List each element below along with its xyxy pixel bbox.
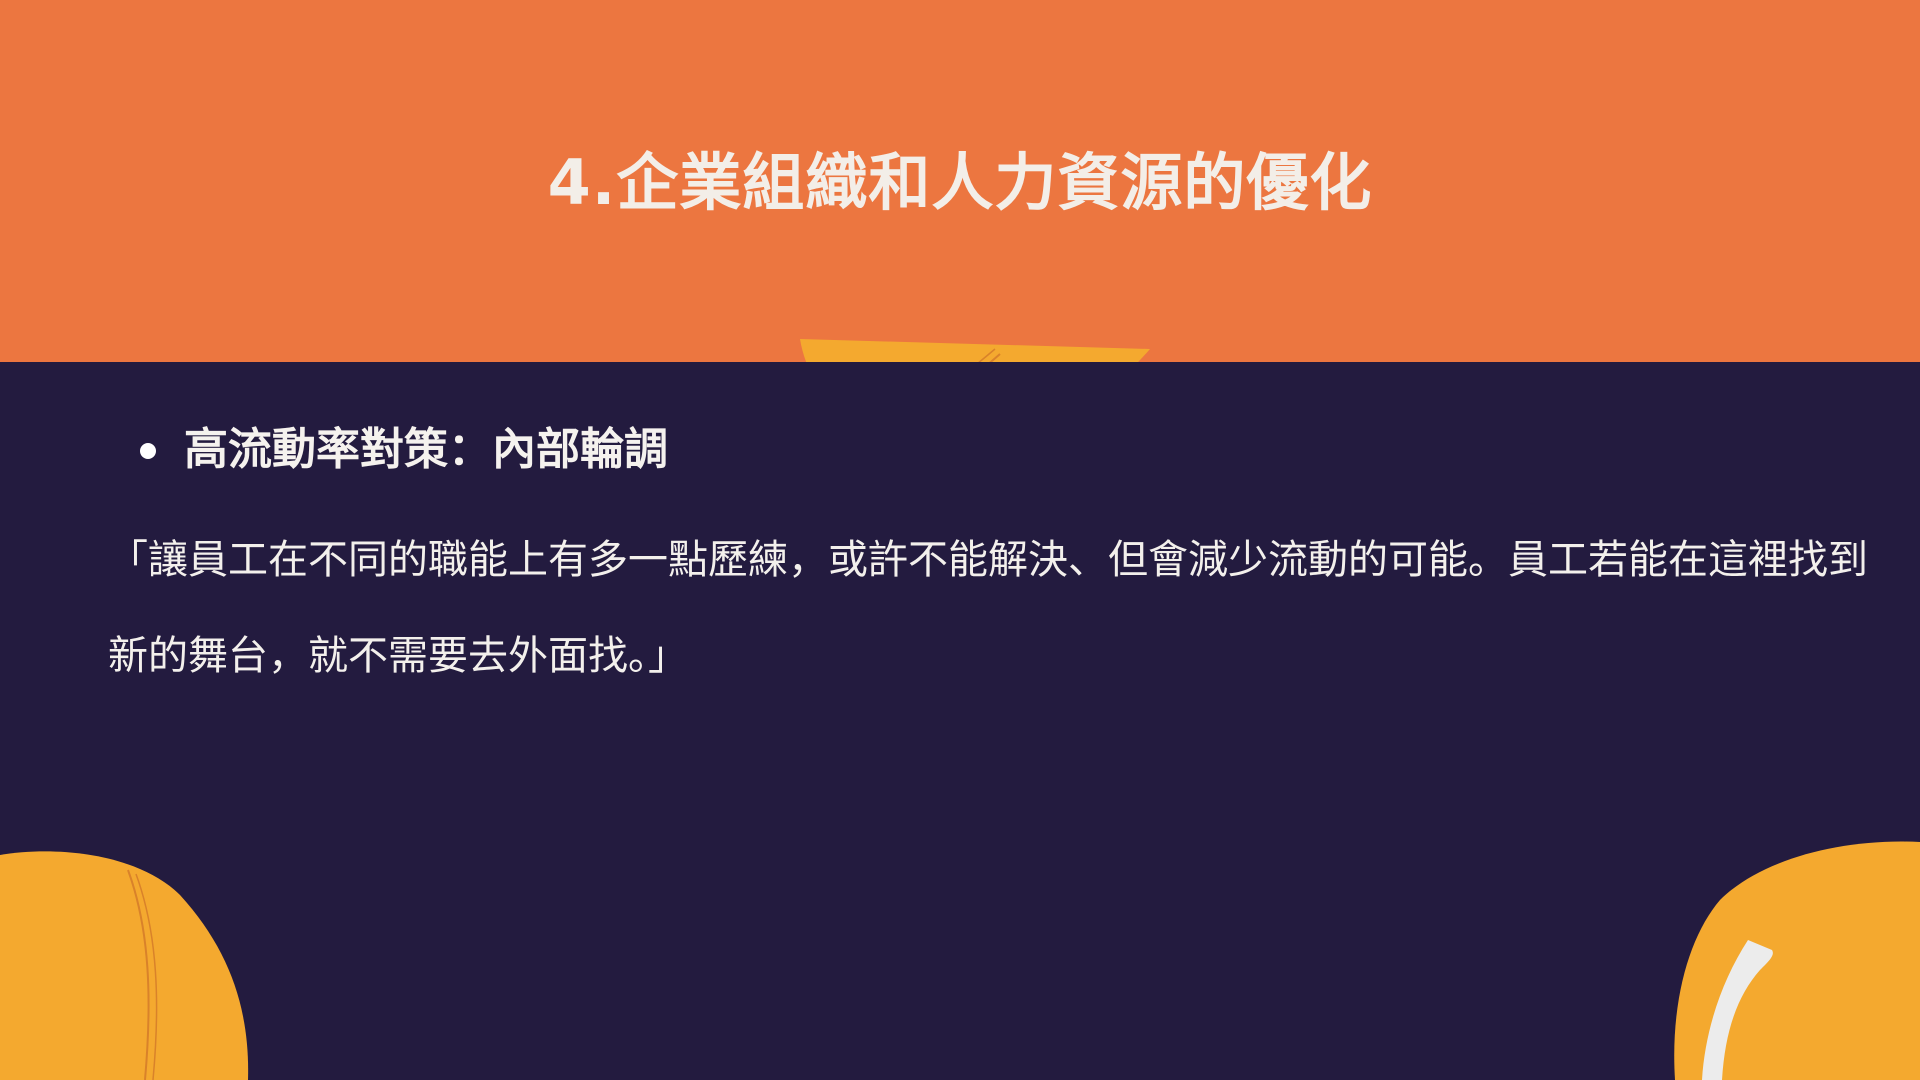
- header-band: 4.企業組織和人力資源的優化: [0, 0, 1920, 362]
- bullet-heading: 高流動率對策：內部輪調: [184, 424, 668, 475]
- slide-title: 4.企業組織和人力資源的優化: [547, 146, 1373, 219]
- bullet-dot-icon: [140, 443, 156, 459]
- bullet-item: 高流動率對策：內部輪調: [140, 420, 668, 480]
- content-area: 高流動率對策：內部輪調 「讓員工在不同的職能上有多一點歷練，或許不能解決、但會減…: [0, 362, 1920, 1080]
- quote-paragraph: 「讓員工在不同的職能上有多一點歷練，或許不能解決、但會減少流動的可能。員工若能在…: [108, 537, 1868, 679]
